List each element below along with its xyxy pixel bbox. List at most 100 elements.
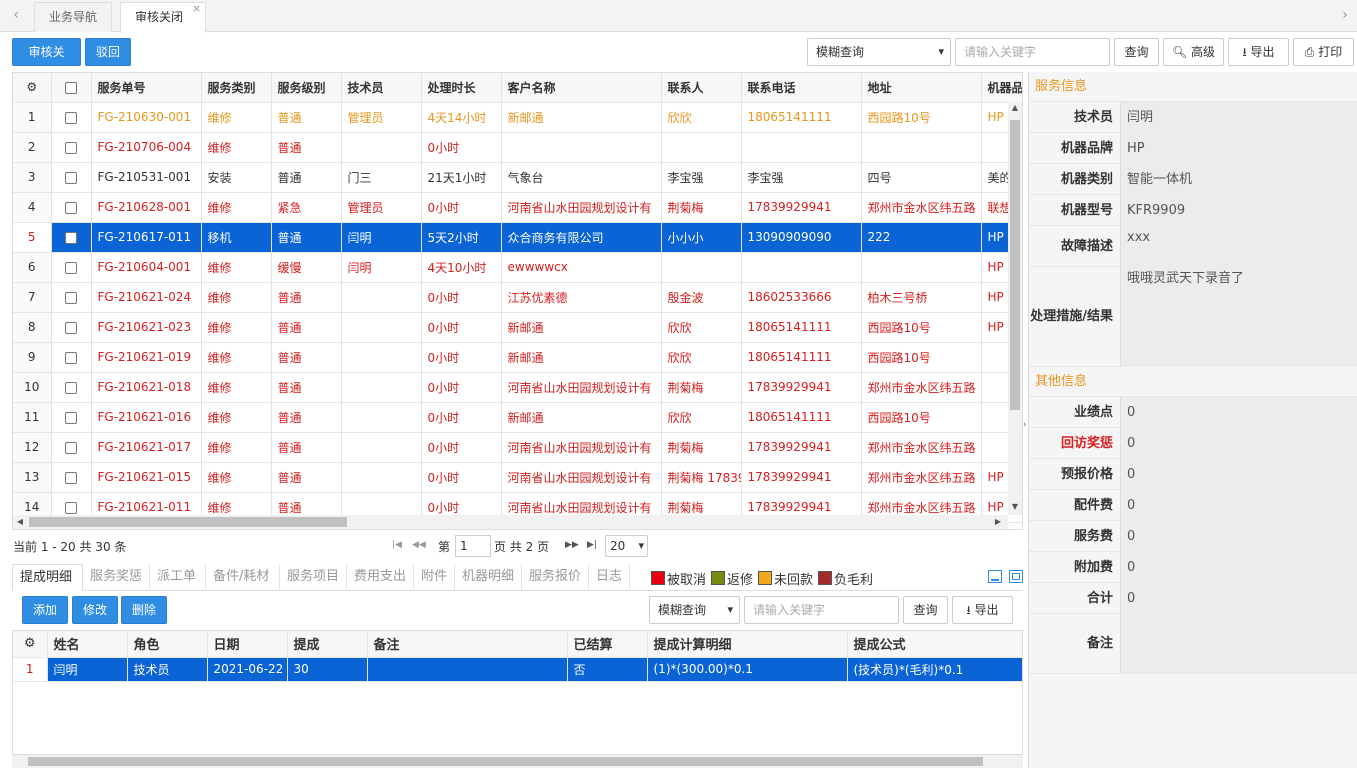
- field-value[interactable]: 0: [1120, 490, 1357, 521]
- table-cell[interactable]: 安装: [201, 162, 272, 193]
- table-cell[interactable]: FG-210621-016: [91, 402, 202, 433]
- table-cell[interactable]: 18065141111: [741, 342, 862, 373]
- table-cell[interactable]: 荆菊梅: [661, 192, 742, 223]
- table-cell[interactable]: 李宝强: [661, 162, 742, 193]
- col-machine-brand[interactable]: 机器品牌: [981, 73, 1022, 103]
- table-cell[interactable]: 30: [287, 657, 368, 682]
- table-cell[interactable]: 新邮通: [501, 312, 662, 343]
- checkbox-icon[interactable]: [65, 351, 77, 364]
- table-cell[interactable]: FG-210621-024: [91, 282, 202, 313]
- field-value[interactable]: HP: [1120, 133, 1357, 164]
- table-row[interactable]: 3 FG-210531-001 安装 普通 门三 21天1小时 气象台 李宝强 李宝强 四号 美的: [13, 162, 1022, 193]
- row-checkbox[interactable]: [51, 402, 92, 433]
- table-cell[interactable]: 郑州市金水区纬五路: [861, 432, 982, 463]
- field-value[interactable]: 智能一体机: [1120, 164, 1357, 195]
- table-row[interactable]: 4 FG-210628-001 维修 紧急 管理员 0小时 河南省山水田园规划设计有 荆菊梅 1…: [13, 192, 1022, 223]
- table-cell[interactable]: 普通: [271, 312, 342, 343]
- tab-scroll-left-icon[interactable]: ‹: [4, 0, 28, 32]
- table-cell[interactable]: 小小小: [661, 222, 742, 253]
- table-cell[interactable]: 维修: [201, 312, 272, 343]
- table-cell[interactable]: 荆菊梅: [661, 432, 742, 463]
- table-row[interactable]: 6 FG-210604-001 维修 缓慢 闫明 4天10小时 ewwwwcx HP: [13, 252, 1022, 283]
- col-phone[interactable]: 联系电话: [741, 73, 862, 103]
- table-cell[interactable]: 河南省山水田园规划设计有: [501, 432, 662, 463]
- table-cell[interactable]: 维修: [201, 252, 272, 283]
- col-formula[interactable]: 提成公式: [847, 631, 1022, 658]
- maximize-icon[interactable]: [1009, 570, 1023, 583]
- table-row[interactable]: 10 FG-210621-018 维修 普通 0小时 河南省山水田园规划设计有 荆菊梅 178…: [13, 372, 1022, 403]
- table-cell[interactable]: 17839929941: [741, 372, 862, 403]
- table-cell[interactable]: 维修: [201, 372, 272, 403]
- col-service-level[interactable]: 服务级别: [271, 73, 342, 103]
- table-cell[interactable]: 欣欣: [661, 402, 742, 433]
- table-cell[interactable]: [341, 132, 422, 163]
- field-value[interactable]: 闫明: [1120, 102, 1357, 133]
- col-customer[interactable]: 客户名称: [501, 73, 662, 103]
- table-cell[interactable]: 西园路10号: [861, 342, 982, 373]
- col-service-type[interactable]: 服务类别: [201, 73, 272, 103]
- table-cell[interactable]: [367, 657, 568, 682]
- row-checkbox[interactable]: [51, 372, 92, 403]
- row-checkbox[interactable]: [51, 192, 92, 223]
- grid-vertical-scrollbar[interactable]: ▲ ▼: [1008, 102, 1022, 515]
- table-cell[interactable]: 闫明: [341, 222, 422, 253]
- table-cell[interactable]: 维修: [201, 132, 272, 163]
- edit-button[interactable]: 修改: [72, 596, 118, 624]
- table-cell[interactable]: 普通: [271, 162, 342, 193]
- detail-tab-9[interactable]: 日志: [589, 564, 630, 591]
- detail-tab-0[interactable]: 提成明细: [12, 564, 83, 591]
- col-contact[interactable]: 联系人: [661, 73, 742, 103]
- table-cell[interactable]: 新邮通: [501, 402, 662, 433]
- table-cell[interactable]: [341, 282, 422, 313]
- checkbox-icon[interactable]: [65, 321, 77, 334]
- table-cell[interactable]: 西园路10号: [861, 102, 982, 133]
- scroll-thumb[interactable]: [1010, 120, 1020, 410]
- table-cell[interactable]: 新邮通: [501, 342, 662, 373]
- table-row[interactable]: 5 FG-210617-011 移机 普通 闫明 5天2小时 众合商务有限公司 小小小 1309…: [13, 222, 1022, 253]
- table-cell[interactable]: FG-210621-023: [91, 312, 202, 343]
- checkbox-icon[interactable]: [65, 411, 77, 424]
- table-cell[interactable]: 四号: [861, 162, 982, 193]
- detail-query-button[interactable]: 查询: [903, 596, 948, 624]
- col-technician[interactable]: 技术员: [341, 73, 422, 103]
- checkbox-icon[interactable]: [65, 201, 77, 214]
- prev-page-icon[interactable]: ◀◀: [412, 540, 426, 550]
- advanced-button[interactable]: 🔍︎ 高级: [1163, 38, 1224, 66]
- page-number-input[interactable]: 1: [455, 535, 491, 557]
- col-date[interactable]: 日期: [207, 631, 288, 658]
- table-cell[interactable]: [661, 132, 742, 163]
- table-row[interactable]: 1 FG-210630-001 维修 普通 管理员 4天14小时 新邮通 欣欣 18065141…: [13, 102, 1022, 133]
- table-cell[interactable]: 欣欣: [661, 342, 742, 373]
- checkbox-icon[interactable]: [65, 171, 77, 184]
- table-cell[interactable]: [861, 132, 982, 163]
- table-cell[interactable]: 维修: [201, 462, 272, 493]
- table-cell[interactable]: 21天1小时: [421, 162, 502, 193]
- col-role[interactable]: 角色: [127, 631, 208, 658]
- table-row[interactable]: 12 FG-210621-017 维修 普通 0小时 河南省山水田园规划设计有 荆菊梅 178…: [13, 432, 1022, 463]
- detail-tab-1[interactable]: 服务奖惩: [83, 564, 150, 591]
- field-value[interactable]: xxx: [1120, 226, 1357, 267]
- field-value[interactable]: KFR9909: [1120, 195, 1357, 226]
- col-remark[interactable]: 备注: [367, 631, 568, 658]
- column-settings-gear-icon[interactable]: ⚙: [13, 631, 48, 658]
- checkbox-icon[interactable]: [65, 501, 77, 514]
- detail-tab-3[interactable]: 备件/耗材: [206, 564, 280, 591]
- table-cell[interactable]: 否: [567, 657, 648, 682]
- table-cell[interactable]: 荆菊梅 17839: [661, 462, 742, 493]
- next-page-icon[interactable]: ▶▶: [565, 540, 579, 550]
- table-cell[interactable]: [861, 252, 982, 283]
- hscroll-thumb[interactable]: [29, 517, 347, 527]
- table-cell[interactable]: 管理员: [341, 102, 422, 133]
- table-cell[interactable]: 郑州市金水区纬五路: [861, 372, 982, 403]
- table-cell[interactable]: 移机: [201, 222, 272, 253]
- table-cell[interactable]: 郑州市金水区纬五路: [861, 462, 982, 493]
- tab-close-icon[interactable]: ×: [192, 3, 201, 15]
- checkbox-icon[interactable]: [65, 441, 77, 454]
- table-cell[interactable]: 0小时: [421, 462, 502, 493]
- col-duration[interactable]: 处理时长: [421, 73, 502, 103]
- scroll-down-icon[interactable]: ▼: [1010, 502, 1020, 512]
- detail-tab-4[interactable]: 服务项目: [280, 564, 347, 591]
- checkbox-icon[interactable]: [65, 111, 77, 124]
- table-row[interactable]: 1 闫明 技术员 2021-06-22 30 否 (1)*(300.00)*0.1 (技术员)…: [13, 657, 1022, 682]
- table-cell[interactable]: 0小时: [421, 132, 502, 163]
